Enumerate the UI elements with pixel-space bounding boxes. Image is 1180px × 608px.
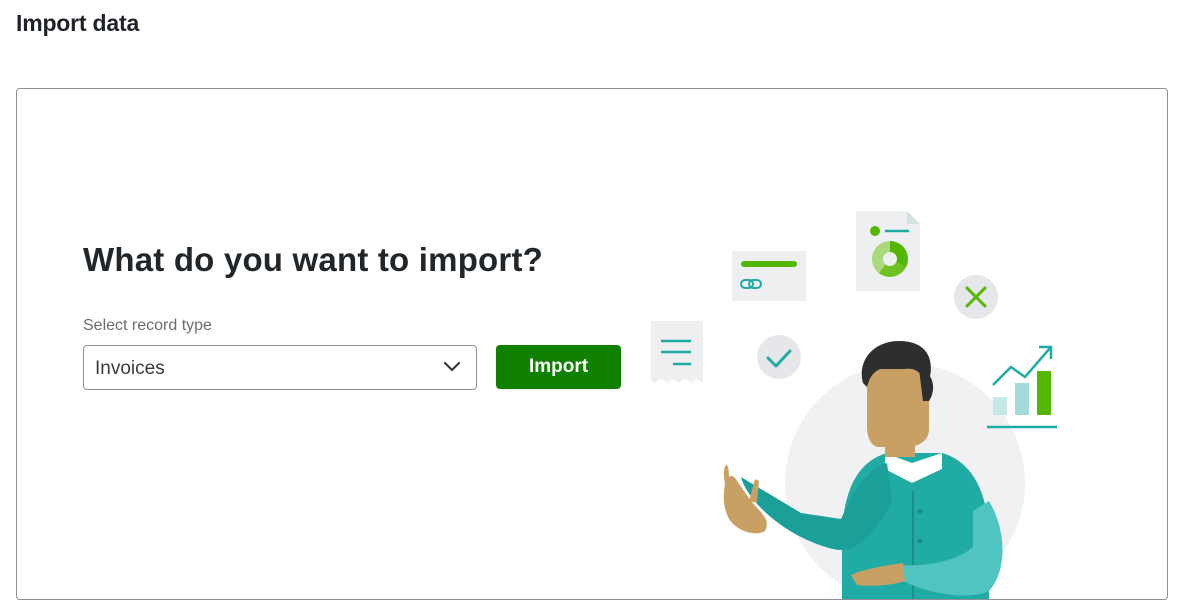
record-type-value: Invoices: [95, 358, 165, 379]
import-button[interactable]: Import: [496, 345, 621, 389]
checkmark-icon: [757, 335, 801, 379]
close-x-icon: [954, 275, 998, 319]
import-card: What do you want to import? Select recor…: [16, 88, 1168, 600]
receipt-icon: [651, 321, 703, 383]
chevron-down-icon: [443, 361, 461, 372]
record-type-select[interactable]: Invoices: [83, 345, 477, 390]
import-heading: What do you want to import?: [83, 241, 544, 278]
page-title: Import data: [16, 10, 140, 36]
record-type-label: Select record type: [83, 317, 212, 334]
link-card-icon: [732, 251, 806, 301]
growth-chart-icon: [987, 345, 1057, 429]
pie-chart-document-icon: [856, 211, 920, 291]
import-illustration: [651, 211, 1057, 599]
